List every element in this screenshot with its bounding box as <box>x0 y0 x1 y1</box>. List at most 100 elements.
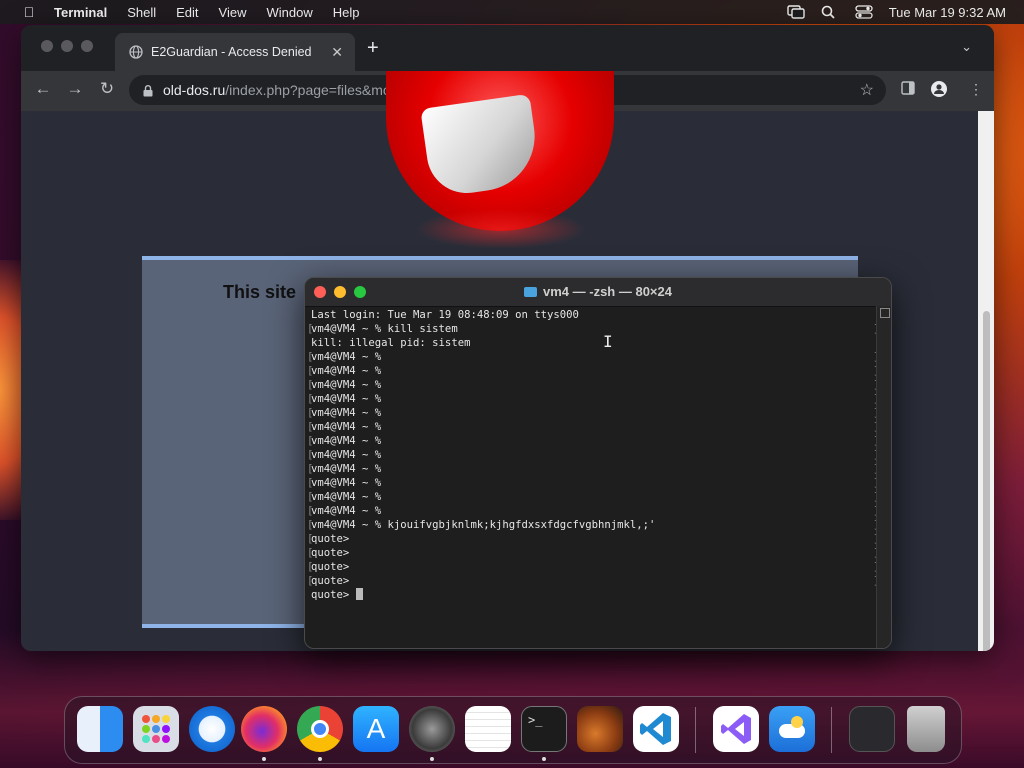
safari-icon[interactable] <box>189 706 235 752</box>
bookmark-star-icon[interactable]: ☆ <box>860 80 874 100</box>
terminal-active-prompt[interactable]: quote> <box>311 588 871 602</box>
terminal-line: []vm4@VM4 ~ % <box>307 378 879 392</box>
dock-separator <box>695 707 696 753</box>
terminal-line: []vm4@VM4 ~ % kill sistem <box>307 322 879 336</box>
finder-icon[interactable] <box>77 706 123 752</box>
finder-window-icon[interactable] <box>849 706 895 752</box>
terminal-line-text: vm4@VM4 ~ % <box>311 393 388 405</box>
terminal-line-text: vm4@VM4 ~ % kill sistem <box>311 323 458 335</box>
terminal-cursor <box>355 588 363 600</box>
trash-icon[interactable] <box>907 706 945 752</box>
terminal-line: []vm4@VM4 ~ % <box>307 476 879 490</box>
terminal-scrollbar[interactable] <box>876 306 891 648</box>
spotlight-search-icon[interactable] <box>821 5 839 19</box>
app-store-icon[interactable]: A <box>353 706 399 752</box>
profile-avatar-icon[interactable] <box>931 81 947 100</box>
terminal-line-text: vm4@VM4 ~ % <box>311 449 388 461</box>
side-panel-icon[interactable] <box>901 81 915 98</box>
page-scrollbar[interactable] <box>978 111 994 651</box>
dock: A >_ <box>64 696 962 764</box>
terminal-line-text: vm4@VM4 ~ % <box>311 407 388 419</box>
terminal-line: kill: illegal pid: sistem <box>311 336 871 350</box>
line-mark-left: [ <box>307 505 314 517</box>
zoom-window-button[interactable] <box>81 40 93 52</box>
line-mark-left: [ <box>307 491 314 503</box>
url-host: old-dos.ru <box>163 82 226 98</box>
chrome-running-dot <box>318 757 322 761</box>
weather-icon[interactable] <box>769 706 815 752</box>
line-mark-left: [ <box>307 379 314 391</box>
garageband-icon[interactable] <box>577 706 623 752</box>
browser-menu-icon[interactable]: ⋮ <box>969 81 983 98</box>
terminal-output[interactable]: Last login: Tue Mar 19 08:48:09 on ttys0… <box>307 308 879 602</box>
terminal-line-text: vm4@VM4 ~ % <box>311 379 388 391</box>
line-mark-left: [ <box>307 393 314 405</box>
control-center-icon[interactable] <box>855 5 873 19</box>
firefox-icon[interactable] <box>241 706 287 752</box>
menu-view[interactable]: View <box>219 5 247 20</box>
menu-window[interactable]: Window <box>267 5 313 20</box>
terminal-scroll-button[interactable] <box>880 308 890 318</box>
terminal-title: vm4 — -zsh — 80×24 <box>305 284 891 299</box>
terminal-line-text: quote> <box>311 575 356 587</box>
terminal-line-text: vm4@VM4 ~ % <box>311 351 388 363</box>
terminal-icon[interactable]: >_ <box>521 706 567 752</box>
menu-edit[interactable]: Edit <box>176 5 198 20</box>
chrome-icon[interactable] <box>297 706 343 752</box>
vscode-icon[interactable] <box>633 706 679 752</box>
terminal-line-text: vm4@VM4 ~ % <box>311 421 388 433</box>
settings-running-dot <box>430 757 434 761</box>
visual-studio-icon[interactable] <box>713 706 759 752</box>
terminal-line: []quote> <box>307 546 879 560</box>
tab-search-chevron-icon[interactable]: ⌄ <box>961 39 972 55</box>
terminal-line-text: vm4@VM4 ~ % <box>311 365 388 377</box>
menu-app-name[interactable]: Terminal <box>54 5 107 20</box>
line-mark-left: [ <box>307 519 314 531</box>
page-scroll-thumb[interactable] <box>983 311 990 651</box>
textedit-icon[interactable] <box>465 706 511 752</box>
system-settings-icon[interactable] <box>409 706 455 752</box>
forward-icon[interactable]: → <box>65 79 85 99</box>
menu-help[interactable]: Help <box>333 5 360 20</box>
terminal-line: []vm4@VM4 ~ % <box>307 420 879 434</box>
terminal-line-text: quote> <box>311 547 356 559</box>
tab-e2guardian[interactable]: E2Guardian - Access Denied ✕ <box>115 33 355 71</box>
line-mark-left: [ <box>307 575 314 587</box>
terminal-line-text: vm4@VM4 ~ % <box>311 463 388 475</box>
menu-shell[interactable]: Shell <box>127 5 156 20</box>
screen-mirroring-icon[interactable] <box>786 5 805 19</box>
stop-sign-glow <box>416 209 586 249</box>
terminal-title-text: vm4 — -zsh — 80×24 <box>543 284 672 299</box>
lock-icon[interactable] <box>143 84 153 97</box>
terminal-line-text: vm4@VM4 ~ % kjouifvgbjknlmk;kjhgfdxsxfdg… <box>311 519 656 531</box>
reload-icon[interactable]: ↻ <box>97 79 117 99</box>
close-window-button[interactable] <box>41 40 53 52</box>
line-mark-left: [ <box>307 365 314 377</box>
launchpad-icon[interactable] <box>133 706 179 752</box>
apple-menu-icon[interactable]:  <box>18 4 40 20</box>
new-tab-icon[interactable]: + <box>367 37 379 60</box>
terminal-line-text: vm4@VM4 ~ % <box>311 435 388 447</box>
line-mark-left: [ <box>307 533 314 545</box>
terminal-line: Last login: Tue Mar 19 08:48:09 on ttys0… <box>311 308 871 322</box>
terminal-line: []vm4@VM4 ~ % <box>307 504 879 518</box>
terminal-titlebar[interactable]: vm4 — -zsh — 80×24 <box>305 278 891 307</box>
globe-icon <box>129 45 143 59</box>
line-mark-left: [ <box>307 323 314 335</box>
menu-bar:  Terminal Shell Edit View Window Help T… <box>0 0 1024 24</box>
terminal-line-text: vm4@VM4 ~ % <box>311 477 388 489</box>
minimize-window-button[interactable] <box>61 40 73 52</box>
terminal-line: []quote> <box>307 574 879 588</box>
terminal-line: []vm4@VM4 ~ % <box>307 350 879 364</box>
terminal-line: []quote> <box>307 560 879 574</box>
menu-clock[interactable]: Tue Mar 19 9:32 AM <box>889 5 1006 20</box>
folder-icon <box>524 287 537 297</box>
tab-close-icon[interactable]: ✕ <box>331 44 343 61</box>
terminal-line: []vm4@VM4 ~ % <box>307 448 879 462</box>
browser-window-controls <box>41 40 101 52</box>
back-icon[interactable]: ← <box>33 79 53 99</box>
line-mark-left: [ <box>307 421 314 433</box>
terminal-line: []quote> <box>307 532 879 546</box>
line-mark-left: [ <box>307 435 314 447</box>
line-mark-left: [ <box>307 477 314 489</box>
